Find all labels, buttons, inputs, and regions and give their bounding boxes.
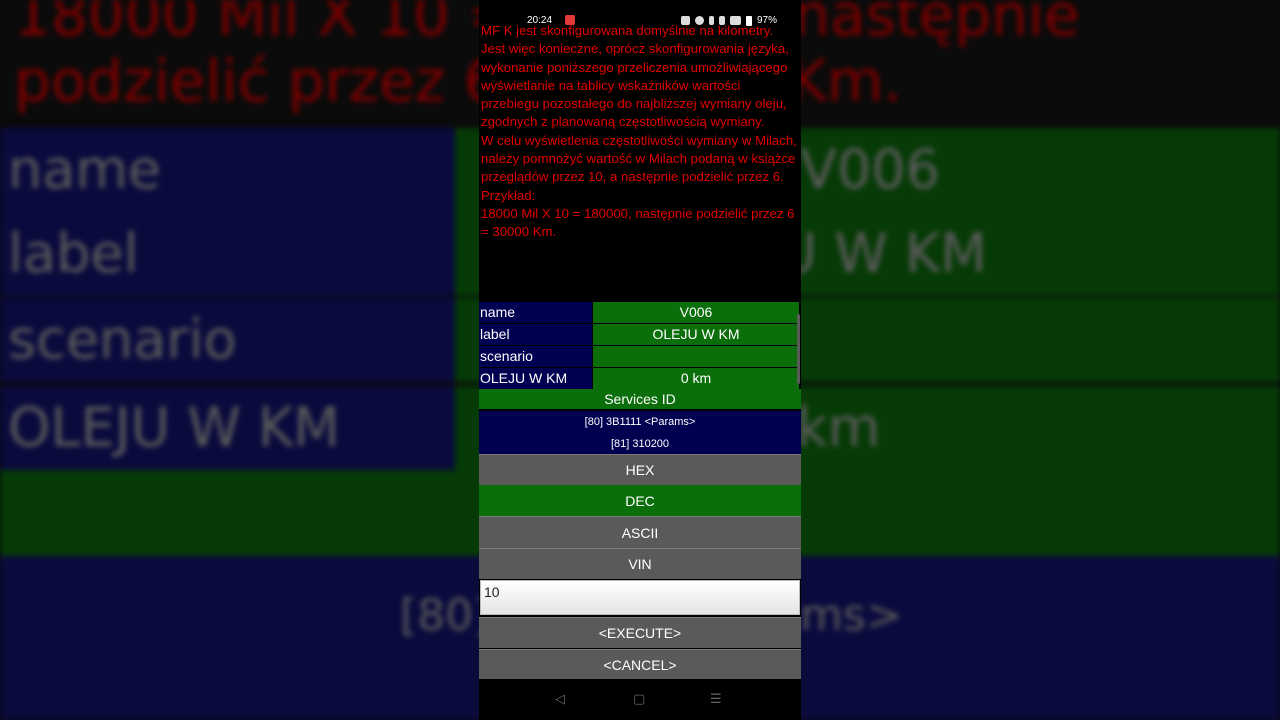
param-label: name bbox=[479, 302, 592, 323]
param-label: scenario bbox=[479, 346, 592, 367]
param-value: V006 bbox=[593, 302, 799, 323]
battery-percent: 97% bbox=[756, 15, 777, 26]
dec-button[interactable]: DEC bbox=[479, 485, 801, 516]
phone-screen: MF K jest skonfigurowana domyślnie na ki… bbox=[479, 0, 801, 720]
background-service-right: ms> bbox=[800, 590, 903, 641]
status-time: 20:24 bbox=[527, 15, 553, 26]
param-label: OLEJU W KM bbox=[479, 368, 592, 389]
service-item[interactable]: [81] 310200 bbox=[479, 433, 801, 455]
hex-button[interactable]: HEX bbox=[479, 454, 801, 485]
vin-button[interactable]: VIN bbox=[479, 548, 801, 579]
home-icon[interactable]: ▢ bbox=[633, 692, 645, 707]
background-row-label: scenario bbox=[0, 298, 455, 382]
nfc-icon bbox=[680, 16, 690, 25]
param-value: 0 km bbox=[593, 368, 799, 389]
param-row-scenario[interactable]: scenario bbox=[479, 346, 801, 367]
execute-button[interactable]: <EXECUTE> bbox=[479, 617, 801, 648]
param-row-oleju[interactable]: OLEJU W KM 0 km bbox=[479, 368, 801, 389]
navigation-bar: ◁ ▢ ☰ bbox=[479, 680, 801, 720]
recents-icon[interactable]: ☰ bbox=[710, 692, 722, 707]
screen-record-icon bbox=[565, 15, 575, 25]
alarm-icon bbox=[694, 16, 704, 25]
param-row-label[interactable]: label OLEJU W KM bbox=[479, 324, 801, 345]
service-item[interactable]: [80] 3B1111 <Params> bbox=[479, 411, 801, 433]
cancel-button[interactable]: <CANCEL> bbox=[479, 649, 801, 679]
params-scrollbar[interactable] bbox=[797, 314, 800, 384]
back-icon[interactable]: ◁ bbox=[555, 692, 565, 707]
services-header: Services ID bbox=[479, 389, 801, 409]
background-row-label: label bbox=[0, 212, 455, 296]
mute-icon bbox=[718, 16, 725, 25]
bluetooth-icon bbox=[708, 16, 714, 25]
status-bar: 20:24 97% bbox=[479, 0, 801, 32]
param-label: label bbox=[479, 324, 592, 345]
param-value bbox=[593, 346, 799, 367]
battery-icon bbox=[745, 15, 752, 26]
signal-icon bbox=[729, 16, 741, 25]
status-icons: 97% bbox=[680, 15, 777, 26]
background-service-left: [80] bbox=[400, 590, 491, 641]
param-value: OLEJU W KM bbox=[593, 324, 799, 345]
background-row-label: name bbox=[0, 128, 455, 212]
value-input[interactable]: 10 bbox=[480, 580, 800, 615]
param-row-name[interactable]: name V006 bbox=[479, 302, 801, 323]
ascii-button[interactable]: ASCII bbox=[479, 516, 801, 548]
description-text: MF K jest skonfigurowana domyślnie na ki… bbox=[481, 23, 797, 240]
background-row-label: OLEJU W KM bbox=[0, 386, 455, 470]
